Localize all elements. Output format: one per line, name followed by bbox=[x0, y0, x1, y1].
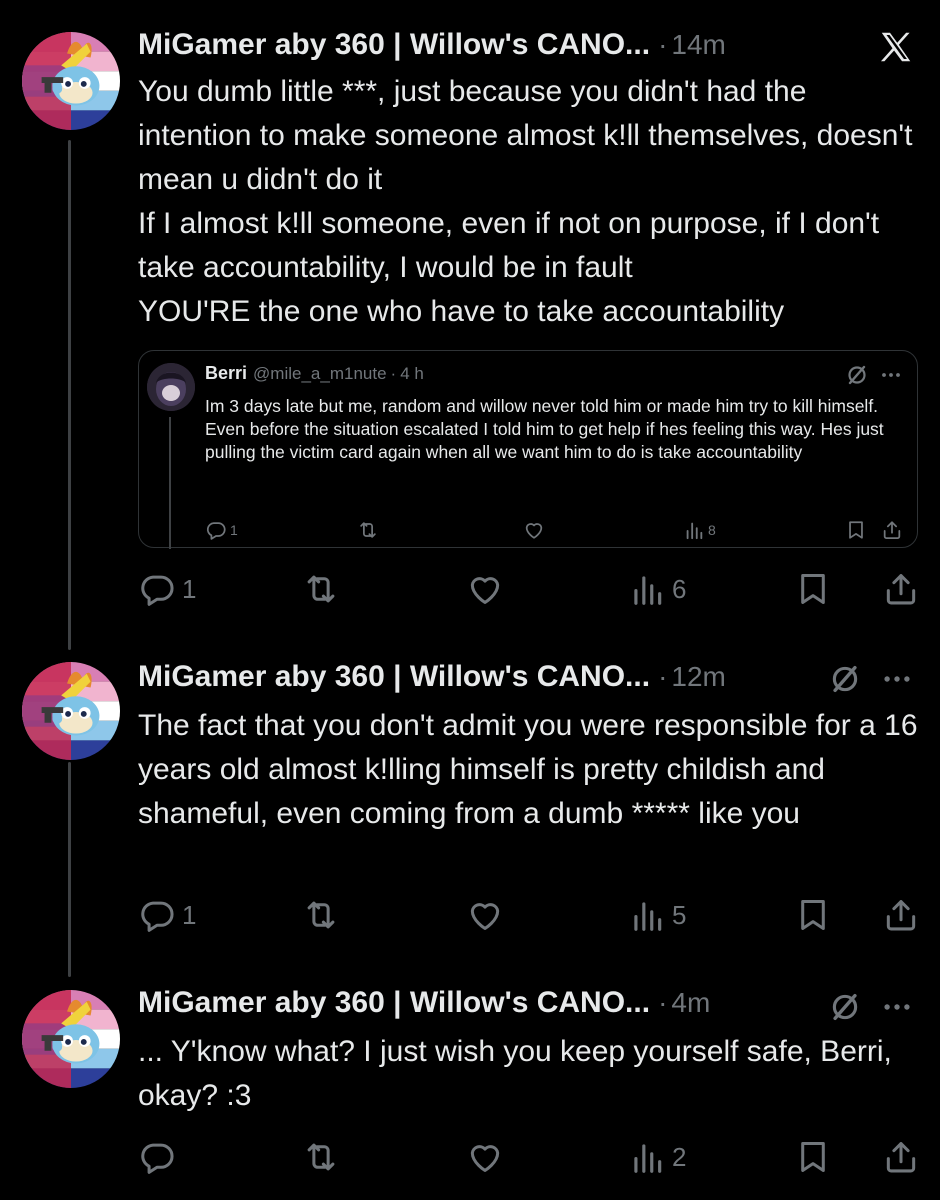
post-header: MiGamer aby 360 | Willow's CANO... · 14m bbox=[138, 28, 726, 62]
like-icon bbox=[466, 1138, 504, 1176]
views-button[interactable]: 6 bbox=[628, 570, 686, 608]
x-logo-icon[interactable] bbox=[876, 28, 916, 71]
post-header: MiGamer aby 360 | Willow's CANO... · 4m bbox=[138, 986, 710, 1020]
views-icon bbox=[683, 519, 705, 541]
reply-button[interactable]: 1 bbox=[138, 896, 196, 934]
quoted-author-name[interactable]: Berri bbox=[205, 363, 247, 384]
share-button[interactable] bbox=[882, 570, 920, 608]
share-icon bbox=[882, 896, 920, 934]
more-icon[interactable] bbox=[880, 990, 914, 1024]
quoted-share-button[interactable] bbox=[881, 519, 903, 541]
repost-icon bbox=[302, 1138, 340, 1176]
post-text: You dumb little ***, just because you di… bbox=[138, 75, 913, 328]
quoted-more-icon[interactable] bbox=[879, 363, 903, 392]
bookmark-icon bbox=[794, 1138, 832, 1176]
quoted-action-bar: 1 8 bbox=[205, 519, 905, 543]
post-action-bar: 1 5 bbox=[138, 896, 920, 936]
header-separator: · bbox=[658, 661, 668, 692]
avatar[interactable] bbox=[22, 662, 120, 760]
bookmark-icon bbox=[794, 570, 832, 608]
bookmark-button[interactable] bbox=[794, 896, 832, 934]
header-separator: · bbox=[658, 29, 668, 60]
post-top-actions bbox=[828, 662, 914, 696]
quoted-author-handle[interactable]: @mile_a_m1nute bbox=[253, 364, 387, 384]
views-icon bbox=[628, 896, 666, 934]
author-name[interactable]: MiGamer aby 360 | Willow's CANO... bbox=[138, 660, 650, 694]
post-timestamp[interactable]: 14m bbox=[671, 29, 725, 61]
like-button[interactable] bbox=[466, 570, 504, 608]
avatar[interactable] bbox=[22, 32, 120, 130]
avatar[interactable] bbox=[22, 990, 120, 1088]
reply-icon bbox=[138, 1138, 176, 1176]
quoted-repost-button[interactable] bbox=[357, 519, 379, 541]
post-timestamp[interactable]: 4m bbox=[671, 987, 710, 1019]
share-button[interactable] bbox=[882, 1138, 920, 1176]
post-action-bar: 1 6 bbox=[138, 570, 920, 610]
repost-button[interactable] bbox=[302, 570, 340, 608]
repost-icon bbox=[302, 570, 340, 608]
author-name[interactable]: MiGamer aby 360 | Willow's CANO... bbox=[138, 986, 650, 1020]
quoted-reply-count: 1 bbox=[230, 522, 238, 538]
reply-icon bbox=[138, 896, 176, 934]
post-timestamp[interactable]: 12m bbox=[671, 661, 725, 693]
header-separator: · bbox=[658, 987, 668, 1018]
like-icon bbox=[466, 896, 504, 934]
views-button[interactable]: 5 bbox=[628, 896, 686, 934]
quoted-bookmark-button[interactable] bbox=[845, 519, 867, 541]
quoted-reply-button[interactable]: 1 bbox=[205, 519, 238, 541]
quoted-views-button[interactable]: 8 bbox=[683, 519, 716, 541]
repost-button[interactable] bbox=[302, 1138, 340, 1176]
repost-icon bbox=[357, 519, 379, 541]
share-icon bbox=[881, 519, 903, 541]
quoted-header: Berri @mile_a_m1nute · 4 h bbox=[205, 363, 424, 384]
share-icon bbox=[882, 1138, 920, 1176]
views-icon bbox=[628, 1138, 666, 1176]
view-count: 5 bbox=[672, 899, 687, 930]
post-top-actions bbox=[828, 990, 914, 1024]
reply-icon bbox=[138, 570, 176, 608]
repost-icon bbox=[302, 896, 340, 934]
thread-connector-line bbox=[68, 762, 71, 977]
like-button[interactable] bbox=[466, 896, 504, 934]
quoted-view-count: 8 bbox=[708, 522, 716, 538]
views-icon bbox=[628, 570, 666, 608]
post-header: MiGamer aby 360 | Willow's CANO... · 12m bbox=[138, 660, 726, 694]
post-text: The fact that you don't admit you were r… bbox=[138, 709, 918, 830]
quoted-thread-line bbox=[169, 417, 171, 549]
quoted-grok-icon[interactable] bbox=[845, 363, 869, 392]
author-name[interactable]: MiGamer aby 360 | Willow's CANO... bbox=[138, 28, 650, 62]
bookmark-icon bbox=[794, 896, 832, 934]
view-count: 2 bbox=[672, 1141, 687, 1172]
quoted-avatar[interactable] bbox=[147, 363, 195, 411]
reply-button[interactable] bbox=[138, 1138, 182, 1176]
like-icon bbox=[523, 519, 545, 541]
bookmark-button[interactable] bbox=[794, 1138, 832, 1176]
like-button[interactable] bbox=[466, 1138, 504, 1176]
share-icon bbox=[882, 570, 920, 608]
repost-button[interactable] bbox=[302, 896, 340, 934]
grok-icon[interactable] bbox=[828, 990, 862, 1024]
views-button[interactable]: 2 bbox=[628, 1138, 686, 1176]
quoted-separator: · bbox=[390, 364, 397, 383]
more-icon[interactable] bbox=[880, 662, 914, 696]
bookmark-icon bbox=[845, 519, 867, 541]
share-button[interactable] bbox=[882, 896, 920, 934]
reply-button[interactable]: 1 bbox=[138, 570, 196, 608]
quoted-post-text: Im 3 days late but me, random and willow… bbox=[205, 396, 884, 462]
quoted-timestamp[interactable]: 4 h bbox=[400, 364, 424, 384]
view-count: 6 bbox=[672, 573, 687, 604]
grok-icon[interactable] bbox=[828, 662, 862, 696]
quoted-post-card[interactable]: Berri @mile_a_m1nute · 4 h Im 3 days lat… bbox=[138, 350, 918, 549]
post-action-bar: 2 bbox=[138, 1138, 920, 1178]
reply-count: 1 bbox=[182, 899, 197, 930]
thread-connector-line bbox=[68, 140, 71, 650]
post-text: ... Y'know what? I just wish you keep yo… bbox=[138, 1035, 892, 1112]
reply-icon bbox=[205, 519, 227, 541]
quoted-like-button[interactable] bbox=[523, 519, 545, 541]
like-icon bbox=[466, 570, 504, 608]
reply-count: 1 bbox=[182, 573, 197, 604]
bookmark-button[interactable] bbox=[794, 570, 832, 608]
